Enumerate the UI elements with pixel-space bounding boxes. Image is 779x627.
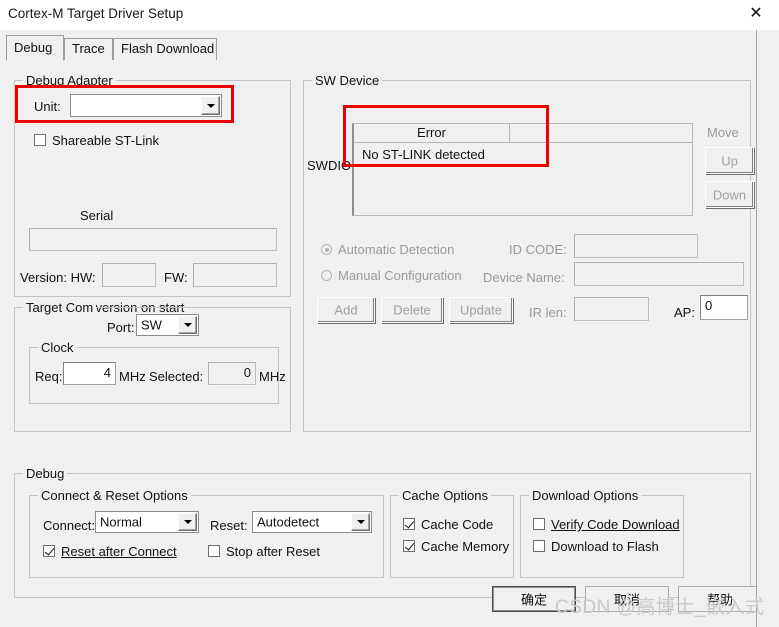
clock-selected-label: Selected:: [149, 369, 204, 384]
add-button[interactable]: Add: [317, 297, 375, 323]
move-up-label: Up: [721, 153, 738, 168]
device-list[interactable]: Error No ST-LINK detected: [352, 123, 693, 216]
connect-combo-value: Normal: [100, 514, 142, 530]
shareable-st-link-label: Shareable ST-Link: [52, 133, 159, 148]
chevron-down-icon[interactable]: [351, 513, 370, 531]
device-list-header: Error: [354, 124, 692, 143]
group-debug-title: Debug: [23, 466, 68, 481]
group-clock: Clock Req: 4 MHz Selected: 0 MHz: [29, 340, 286, 404]
move-up-button[interactable]: Up: [705, 147, 754, 174]
device-list-header-error[interactable]: Error: [354, 124, 509, 142]
cache-memory-label: Cache Memory: [421, 539, 510, 554]
cache-code-box: [403, 518, 415, 530]
ir-len-label: IR len:: [529, 305, 567, 320]
device-list-row-error[interactable]: No ST-LINK detected: [362, 147, 485, 162]
chevron-down-icon[interactable]: [201, 96, 220, 115]
download-to-flash-box: [533, 540, 545, 552]
title-bar: Cortex-M Target Driver Setup ✕: [0, 0, 779, 31]
group-cache-options: Cache Options Cache Code Cache Memory: [390, 488, 514, 578]
group-target-com: Target Com Port: SW Clock Req: 4 MHz Sel…: [14, 300, 291, 432]
clock-req-unit: MHz: [119, 369, 146, 384]
port-combo-value: SW: [141, 317, 162, 333]
column-divider[interactable]: [509, 124, 510, 142]
group-clock-title: Clock: [38, 340, 77, 355]
tab-trace[interactable]: Trace: [64, 38, 113, 60]
watermark: CSDN @高博士_嵌入式: [555, 597, 765, 618]
tab-flash-download[interactable]: Flash Download: [113, 38, 217, 60]
delete-button[interactable]: Delete: [381, 297, 443, 323]
clock-selected-unit: MHz: [259, 369, 286, 384]
chevron-down-icon[interactable]: [178, 513, 197, 531]
clock-selected-field: 0: [208, 362, 256, 385]
cache-code-label: Cache Code: [421, 517, 494, 532]
connect-label: Connect:: [43, 518, 96, 533]
reset-combo[interactable]: Autodetect: [252, 511, 372, 533]
group-debug: Debug Connect & Reset Options Connect: N…: [14, 466, 751, 598]
serial-label: Serial: [80, 208, 114, 223]
manual-configuration-radio-mark: [321, 270, 332, 281]
reset-label: Reset:: [210, 518, 248, 533]
group-connect-reset-options: Connect & Reset Options Connect: Normal …: [29, 488, 384, 578]
device-name-label: Device Name:: [483, 270, 565, 285]
window-title: Cortex-M Target Driver Setup: [8, 6, 184, 21]
shareable-st-link-box: [34, 134, 46, 146]
reset-combo-value: Autodetect: [257, 514, 320, 530]
dialog-right-edge: [756, 30, 779, 627]
id-code-label: ID CODE:: [509, 242, 567, 257]
download-to-flash-label: Download to Flash: [551, 539, 659, 554]
serial-field[interactable]: [29, 228, 277, 251]
group-download-options: Download Options Verify Code Download Do…: [520, 488, 684, 578]
version-hw-field[interactable]: [102, 263, 156, 287]
swdio-label: SWDIO: [307, 158, 352, 173]
group-download-options-title: Download Options: [529, 488, 642, 503]
verify-code-download-label: Verify Code Download: [551, 517, 680, 532]
tab-strip: Debug Trace Flash Download: [6, 35, 751, 61]
cache-memory-box: [403, 540, 415, 552]
group-debug-adapter: Debug Adapter Unit: Shareable ST-Link Se…: [14, 73, 291, 315]
dialog-body: Debug Trace Flash Download Debug Adapter…: [0, 30, 779, 627]
group-cache-options-title: Cache Options: [399, 488, 491, 503]
group-debug-adapter-title: Debug Adapter: [23, 73, 116, 88]
move-label: Move: [707, 125, 739, 140]
update-label: Update: [460, 302, 502, 318]
group-connect-reset-title: Connect & Reset Options: [38, 488, 191, 503]
clock-req-field[interactable]: 4: [63, 362, 116, 385]
ap-field[interactable]: 0: [700, 295, 748, 320]
move-down-label: Down: [712, 187, 747, 202]
reset-after-connect-box: [43, 545, 55, 557]
move-down-button[interactable]: Down: [705, 181, 754, 208]
reset-after-connect-label: Reset after Connect: [61, 544, 177, 559]
automatic-detection-radio-mark: [321, 244, 332, 255]
clock-req-label: Req:: [35, 369, 63, 384]
stop-after-reset-label: Stop after Reset: [226, 544, 320, 559]
version-fw-field[interactable]: [193, 263, 277, 287]
group-target-com-title: Target Com: [23, 300, 97, 315]
id-code-field: [574, 234, 698, 258]
update-button[interactable]: Update: [449, 297, 513, 323]
tab-debug[interactable]: Debug: [6, 35, 64, 61]
add-label: Add: [334, 302, 358, 318]
version-fw-label: FW:: [164, 270, 188, 285]
group-sw-device: SW Device SWDIO Error No ST-LINK detecte…: [303, 73, 754, 432]
unit-combo[interactable]: [70, 94, 222, 117]
connect-combo[interactable]: Normal: [95, 511, 199, 533]
ir-len-field: [574, 297, 649, 321]
unit-label: Unit:: [34, 99, 61, 114]
group-sw-device-title: SW Device: [312, 73, 383, 88]
manual-configuration-label: Manual Configuration: [338, 268, 462, 283]
delete-label: Delete: [393, 302, 431, 318]
automatic-detection-label: Automatic Detection: [338, 242, 455, 257]
ap-label: AP:: [674, 305, 695, 320]
device-name-field: [574, 262, 744, 286]
verify-code-download-box: [533, 518, 545, 530]
close-icon[interactable]: ✕: [739, 2, 773, 26]
stop-after-reset-box: [208, 545, 220, 557]
version-hw-label: Version: HW:: [20, 270, 96, 285]
chevron-down-icon[interactable]: [178, 316, 197, 334]
port-label: Port:: [107, 320, 135, 335]
dialog-inner: Debug Trace Flash Download Debug Adapter…: [0, 30, 762, 627]
port-combo[interactable]: SW: [136, 314, 199, 336]
